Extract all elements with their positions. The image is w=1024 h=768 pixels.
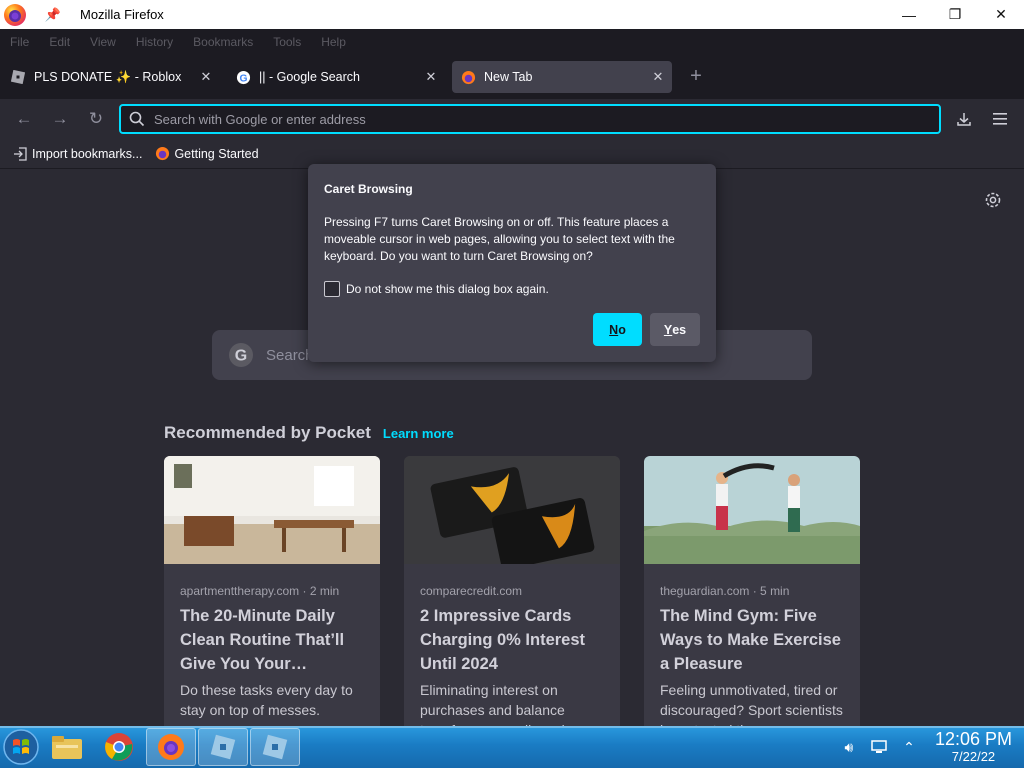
search-placeholder: Search	[266, 346, 314, 364]
file-explorer-icon[interactable]	[42, 728, 92, 766]
roblox-icon	[10, 69, 26, 85]
tab-google-search[interactable]: G || - Google Search ✕	[227, 61, 445, 93]
hamburger-menu-icon[interactable]	[988, 107, 1012, 131]
menu-history[interactable]: History	[136, 35, 173, 49]
menu-help[interactable]: Help	[321, 35, 346, 49]
card-source: comparecredit.com	[420, 584, 523, 598]
card-thumbnail-room	[164, 456, 380, 564]
no-button[interactable]: No	[593, 313, 642, 346]
volume-icon[interactable]: 🔊︎	[839, 737, 859, 757]
restore-button[interactable]: ❐	[932, 0, 978, 29]
card-thumbnail-exercise	[644, 456, 860, 564]
roblox-taskbar-icon-2[interactable]	[250, 728, 300, 766]
system-clock[interactable]: 12:06 PM 7/22/22	[935, 729, 1012, 765]
pocket-card[interactable]: theguardian.com · 5 min The Mind Gym: Fi…	[644, 456, 860, 726]
window-titlebar: 📌 Mozilla Firefox — ❐ ✕	[0, 0, 1024, 29]
checkbox[interactable]	[324, 281, 340, 297]
yes-label-rest: es	[672, 322, 687, 337]
tab-label: || - Google Search	[259, 70, 360, 84]
roblox-taskbar-icon[interactable]	[198, 728, 248, 766]
card-excerpt: Do these tasks every day to stay on top …	[180, 682, 353, 718]
bookmark-import[interactable]: Import bookmarks...	[12, 146, 142, 162]
learn-more-link[interactable]: Learn more	[383, 426, 454, 441]
firefox-logo-icon	[4, 3, 26, 26]
windows-taskbar: 🔊︎ ⌃ 12:06 PM 7/22/22	[0, 726, 1024, 768]
url-input[interactable]	[154, 111, 914, 127]
card-source: theguardian.com · 5 min	[660, 584, 790, 598]
card-source: apartmenttherapy.com · 2 min	[180, 584, 340, 598]
tab-roblox[interactable]: PLS DONATE ✨ - Roblox ✕	[2, 61, 220, 93]
tab-bar: PLS DONATE ✨ - Roblox ✕ G || - Google Se…	[0, 55, 1024, 99]
no-accesskey: N	[609, 322, 619, 337]
firefox-icon	[154, 146, 170, 162]
dialog-title: Caret Browsing	[324, 182, 413, 196]
close-tab-icon[interactable]: ✕	[198, 69, 214, 85]
pocket-heading: Recommended by Pocket	[164, 423, 371, 442]
url-bar[interactable]	[119, 104, 941, 134]
close-tab-icon[interactable]: ✕	[423, 69, 439, 85]
search-icon	[129, 111, 145, 127]
network-icon[interactable]	[869, 737, 889, 757]
import-icon	[12, 146, 28, 162]
reload-icon[interactable]: ↻	[84, 107, 108, 131]
checkbox-label: Do not show me this dialog box again.	[346, 282, 549, 296]
clock-time: 12:06 PM	[934, 729, 1012, 749]
google-icon: G	[235, 69, 251, 85]
close-tab-icon[interactable]: ✕	[650, 69, 666, 85]
card-excerpt: Eliminating interest on purchases and ba…	[420, 682, 588, 726]
windows-start-icon[interactable]	[2, 728, 40, 766]
pin-icon[interactable]: 📌	[44, 6, 62, 24]
tab-label: New Tab	[484, 70, 533, 84]
firefox-taskbar-icon[interactable]	[146, 728, 196, 766]
firefox-icon	[460, 69, 476, 85]
menu-file[interactable]: File	[10, 35, 29, 49]
bookmark-getting-started[interactable]: Getting Started	[154, 146, 259, 162]
window-title: Mozilla Firefox	[80, 7, 164, 22]
menu-bookmarks[interactable]: Bookmarks	[193, 35, 253, 49]
no-label-rest: o	[618, 322, 626, 337]
svg-text:G: G	[239, 73, 247, 84]
gear-icon[interactable]	[983, 190, 1003, 210]
bookmark-label: Import bookmarks...	[32, 146, 143, 161]
card-thumbnail-credit-cards	[404, 456, 620, 570]
card-title: The Mind Gym: Five Ways to Make Exercise…	[660, 607, 841, 673]
navigation-toolbar: ← → ↻	[0, 99, 1024, 139]
minimize-button[interactable]: —	[886, 0, 932, 29]
yes-accesskey: Y	[663, 322, 673, 337]
dialog-message: Pressing F7 turns Caret Browsing on or o…	[324, 215, 675, 263]
tab-new-tab[interactable]: New Tab ✕	[452, 61, 672, 93]
pocket-header: Recommended by Pocket Learn more	[164, 423, 454, 443]
downloads-icon[interactable]	[952, 107, 976, 131]
chrome-icon[interactable]	[94, 728, 144, 766]
forward-arrow-icon[interactable]: →	[48, 107, 72, 131]
bookmark-label: Getting Started	[174, 146, 259, 161]
pocket-card[interactable]: apartmenttherapy.com · 2 min The 20-Minu…	[164, 456, 380, 726]
card-title: 2 Impressive Cards Charging 0% Interest …	[420, 607, 586, 673]
menu-edit[interactable]: Edit	[49, 35, 70, 49]
close-button[interactable]: ✕	[978, 0, 1024, 29]
menu-bar: File Edit View History Bookmarks Tools H…	[0, 29, 1024, 55]
card-excerpt: Feeling unmotivated, tired or discourage…	[660, 682, 843, 726]
new-tab-plus-icon[interactable]: +	[684, 64, 708, 88]
menu-tools[interactable]: Tools	[273, 35, 301, 49]
menu-view[interactable]: View	[90, 35, 116, 49]
dont-show-again-checkbox[interactable]: Do not show me this dialog box again.	[324, 281, 549, 297]
chevron-up-icon[interactable]: ⌃	[899, 737, 919, 757]
svg-text:G: G	[235, 348, 247, 365]
tab-label: PLS DONATE ✨ - Roblox	[34, 69, 182, 84]
card-title: The 20-Minute Daily Clean Routine That’l…	[180, 607, 345, 673]
back-arrow-icon[interactable]: ←	[12, 107, 36, 131]
clock-date: 7/22/22	[951, 749, 996, 764]
google-icon: G	[229, 343, 253, 367]
yes-button[interactable]: Yes	[650, 313, 700, 346]
system-tray: 🔊︎ ⌃ 12:06 PM 7/22/22	[839, 726, 1024, 768]
pocket-card[interactable]: comparecredit.com 2 Impressive Cards Cha…	[404, 456, 620, 726]
caret-browsing-dialog: Caret Browsing Pressing F7 turns Caret B…	[308, 164, 716, 362]
